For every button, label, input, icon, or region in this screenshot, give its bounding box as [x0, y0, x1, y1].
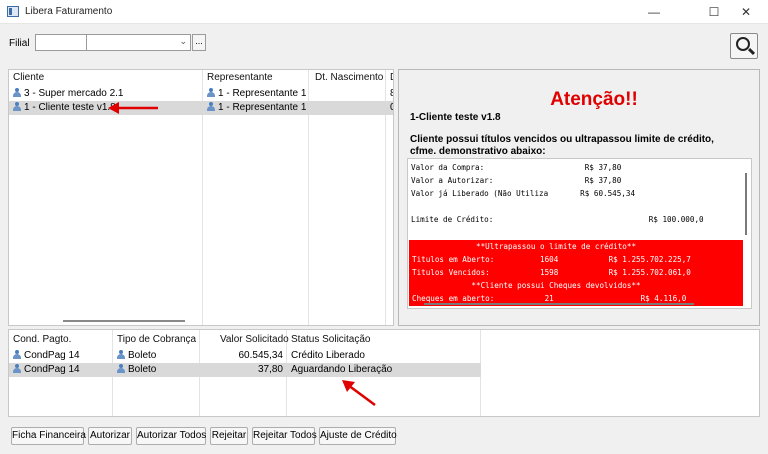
ficha-financeira-button[interactable]: Ficha Financeira: [11, 427, 86, 445]
representative-name: 1 - Representante 1: [218, 102, 307, 113]
client-name: 1 - Cliente teste v1.8: [24, 102, 116, 113]
person-icon: [207, 88, 215, 97]
autorizar-button[interactable]: Autorizar: [88, 427, 132, 445]
memo-line: Limite de Crédito: R$ 100.000,0: [411, 215, 704, 224]
person-icon: [13, 88, 21, 97]
person-icon: [207, 102, 215, 111]
column-d-value: 0: [390, 102, 393, 113]
tipo-cobranca: Boleto: [128, 364, 157, 375]
app-icon: [7, 6, 19, 17]
person-icon: [13, 102, 21, 111]
column-header-valor-solicitado[interactable]: Valor Solicitado: [220, 334, 289, 345]
table-row[interactable]: CondPag 14 Boleto 60.545,34 Crédito Libe…: [9, 349, 759, 363]
annotation-arrow-icon: [108, 102, 158, 114]
cond-pagto: CondPag 14: [24, 350, 80, 361]
status-solicitacao: Aguardando Liberação: [291, 364, 393, 375]
valor-solicitado: 37,80: [257, 364, 283, 375]
filial-select[interactable]: ⌄: [86, 34, 191, 51]
filter-bar: Filial ⌄ ...: [0, 28, 768, 58]
annotation-arrow-icon: [342, 380, 376, 407]
column-header-cliente[interactable]: Cliente: [13, 72, 44, 83]
client-name: 3 - Super mercado 2.1: [24, 88, 124, 99]
memo-horizontal-scrollbar[interactable]: [424, 303, 694, 305]
column-header-status[interactable]: Status Solicitação: [291, 334, 371, 345]
person-icon: [117, 350, 125, 359]
memo-line: **Cliente possui Cheques devolvidos**: [412, 281, 641, 290]
column-header-nascimento[interactable]: Dt. Nascimento: [315, 72, 383, 83]
person-icon: [13, 350, 21, 359]
alert-client: 1-Cliente teste v1.8: [410, 112, 501, 123]
ajuste-credito-button[interactable]: Ajuste de Crédito: [319, 427, 397, 445]
credit-alert-panel: Atenção!! 1-Cliente teste v1.8 Cliente p…: [398, 69, 760, 326]
credit-statement-memo[interactable]: Valor da Compra: R$ 37,80 Valor a Autori…: [407, 158, 752, 309]
memo-line: Titulos Vencidos: 1598 R$ 1.255.702.061,…: [412, 268, 691, 277]
memo-vertical-scrollbar[interactable]: [745, 173, 747, 235]
alert-message: Cliente possui títulos vencidos ou ultra…: [410, 134, 714, 157]
column-header-cond-pagto[interactable]: Cond. Pagto.: [13, 334, 71, 345]
memo-warning-block: **Ultrapassou o limite de crédito** Titu…: [409, 240, 743, 306]
person-icon: [117, 364, 125, 373]
status-solicitacao: Crédito Liberado: [291, 350, 365, 361]
column-header-d[interactable]: D: [390, 72, 393, 83]
memo-line: Titulos em Aberto: 1604 R$ 1.255.702.225…: [412, 255, 691, 264]
memo-line: Cheques em aberto: 21 R$ 4.116,0: [412, 294, 687, 303]
cond-pagto: CondPag 14: [24, 364, 80, 375]
memo-line: **Ultrapassou o limite de crédito**: [412, 242, 637, 251]
table-row-selected[interactable]: CondPag 14 Boleto 37,80 Aguardando Liber…: [9, 363, 481, 377]
title-bar: Libera Faturamento — ☐ ✕: [0, 0, 768, 24]
tipo-cobranca: Boleto: [128, 350, 157, 361]
filial-lookup-button[interactable]: ...: [192, 34, 206, 51]
rejeitar-button[interactable]: Rejeitar: [210, 427, 248, 445]
memo-line: Valor já Liberado (Não Utiliza R$ 60.545…: [411, 189, 636, 198]
autorizar-todos-button[interactable]: Autorizar Todos: [136, 427, 206, 445]
column-header-tipo-cobranca[interactable]: Tipo de Cobrança: [117, 334, 196, 345]
close-button[interactable]: ✕: [724, 0, 768, 24]
person-icon: [13, 364, 21, 373]
requests-grid[interactable]: Cond. Pagto. Tipo de Cobrança Valor Soli…: [8, 329, 760, 417]
filial-code-input[interactable]: [35, 34, 86, 51]
minimize-button[interactable]: —: [632, 0, 676, 24]
clients-grid-scrollbar[interactable]: [63, 320, 185, 322]
memo-line: Valor a Autorizar: R$ 37,80: [411, 176, 622, 185]
valor-solicitado: 60.545,34: [238, 350, 284, 361]
chevron-down-icon: ⌄: [179, 36, 187, 46]
filial-label: Filial: [9, 38, 30, 49]
table-row-selected[interactable]: 1 - Cliente teste v1.8 1 - Representante…: [9, 101, 393, 115]
search-button[interactable]: [730, 33, 758, 59]
column-header-representante[interactable]: Representante: [207, 72, 273, 83]
clients-grid[interactable]: Cliente Representante Dt. Nascimento D 3…: [8, 69, 394, 326]
rejeitar-todos-button[interactable]: Rejeitar Todos: [252, 427, 317, 445]
representative-name: 1 - Representante 1: [218, 88, 307, 99]
window-title: Libera Faturamento: [25, 6, 113, 17]
column-d-value: 8: [390, 88, 393, 99]
memo-line: Valor da Compra: R$ 37,80: [411, 163, 622, 172]
table-row[interactable]: 3 - Super mercado 2.1 1 - Representante …: [9, 87, 393, 101]
alert-title: Atenção!!: [550, 89, 638, 110]
